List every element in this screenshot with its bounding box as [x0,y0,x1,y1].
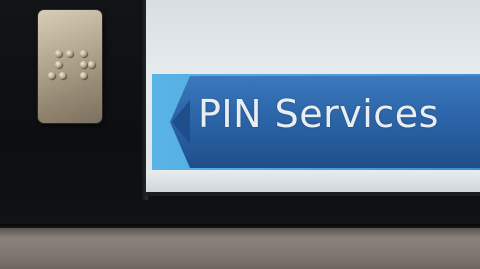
braille-plate [38,10,102,123]
screen-bottom-area [146,170,480,192]
pin-services-label: PIN Services [198,92,439,136]
atm-ledge [0,228,480,269]
pin-services-button[interactable]: PIN Services [152,70,480,172]
atm-scene: PIN Services [0,0,480,269]
screen-bottom-edge [146,192,480,196]
